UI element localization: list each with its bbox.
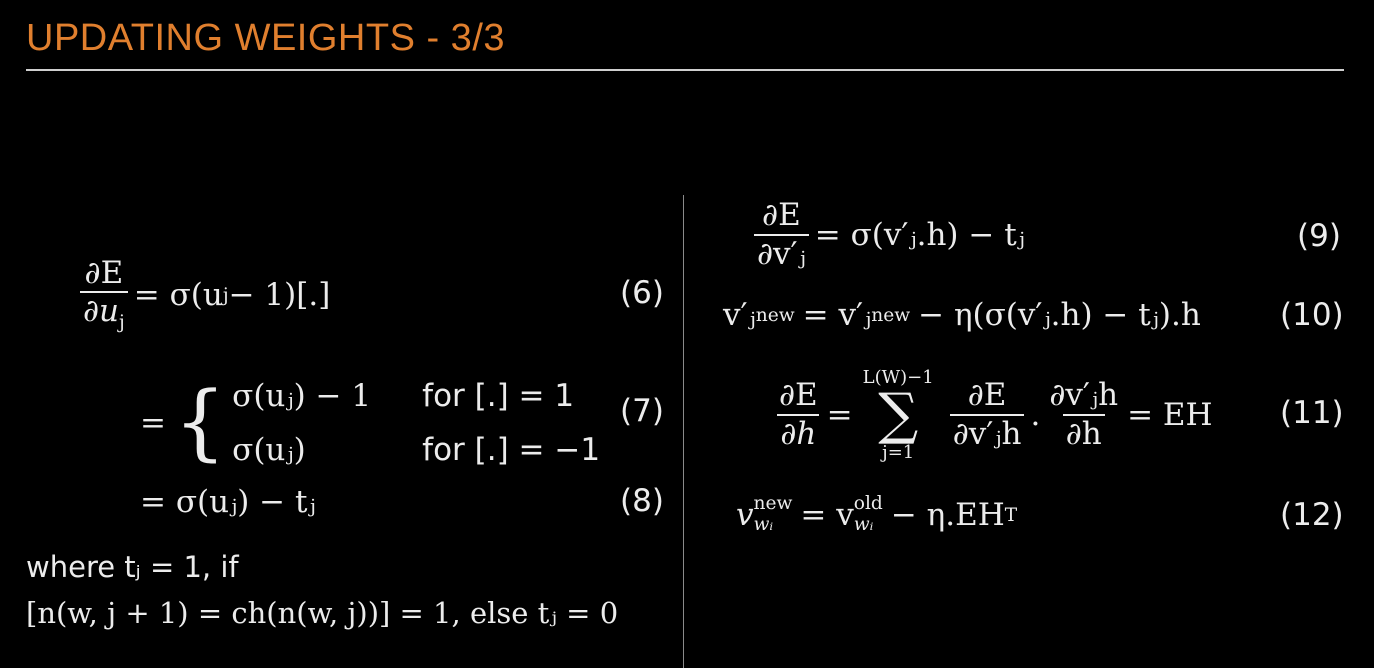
equation-9: ∂E ∂v′ⱼ = σ(v′ⱼ.h) − tⱼ	[748, 199, 1025, 270]
equation-number-6: (6)	[620, 275, 664, 311]
fraction-dE-dvjh: ∂E ∂v′ⱼh	[949, 379, 1025, 450]
condition-text-line1: where tⱼ = 1, if	[26, 550, 239, 584]
equation-12: v new wᵢ = v old wᵢ − η.EH T	[736, 493, 1018, 535]
fraction-dE-dh: ∂E ∂h	[777, 377, 820, 452]
column-divider	[683, 195, 684, 668]
fraction-dvjh-dh: ∂v′ⱼh ∂h	[1049, 377, 1119, 452]
fraction-dE-dvj: ∂E ∂v′ⱼ	[754, 199, 809, 270]
equation-7: = { σ(uⱼ) − 1 for [.] = 1 σ(uⱼ) for [.] …	[140, 375, 601, 471]
title-underline	[26, 69, 1344, 71]
equation-number-12: (12)	[1280, 497, 1344, 533]
equation-number-9: (9)	[1297, 218, 1341, 254]
equation-10: v′ⱼ new = v′ⱼ new − η(σ(v′ⱼ.h) − tⱼ).h	[723, 297, 1201, 333]
left-brace: {	[173, 375, 227, 471]
slide-title: UPDATING WEIGHTS - 3/3	[26, 17, 506, 59]
cases-block: { σ(uⱼ) − 1 for [.] = 1 σ(uⱼ) for [.] = …	[173, 375, 601, 471]
equation-number-11: (11)	[1280, 395, 1344, 431]
equation-number-7: (7)	[620, 393, 664, 429]
summation-operator: L(W)−1 ∑ j=1	[862, 367, 934, 463]
condition-text-line2: [n(w, j + 1) = ch(n(w, j))] = 1, else tⱼ…	[26, 596, 619, 630]
fraction-dE-duj: ∂E ∂uj	[80, 257, 128, 333]
equation-6: ∂E ∂uj = σ(u j − 1)[.]	[74, 257, 330, 333]
equation-number-10: (10)	[1280, 297, 1344, 333]
equation-11: ∂E ∂h = L(W)−1 ∑ j=1 ∂E ∂v′ⱼh . ∂v′ⱼh ∂h…	[770, 360, 1213, 470]
equation-8: = σ(uⱼ) − tⱼ	[140, 484, 316, 520]
equation-number-8: (8)	[620, 483, 664, 519]
